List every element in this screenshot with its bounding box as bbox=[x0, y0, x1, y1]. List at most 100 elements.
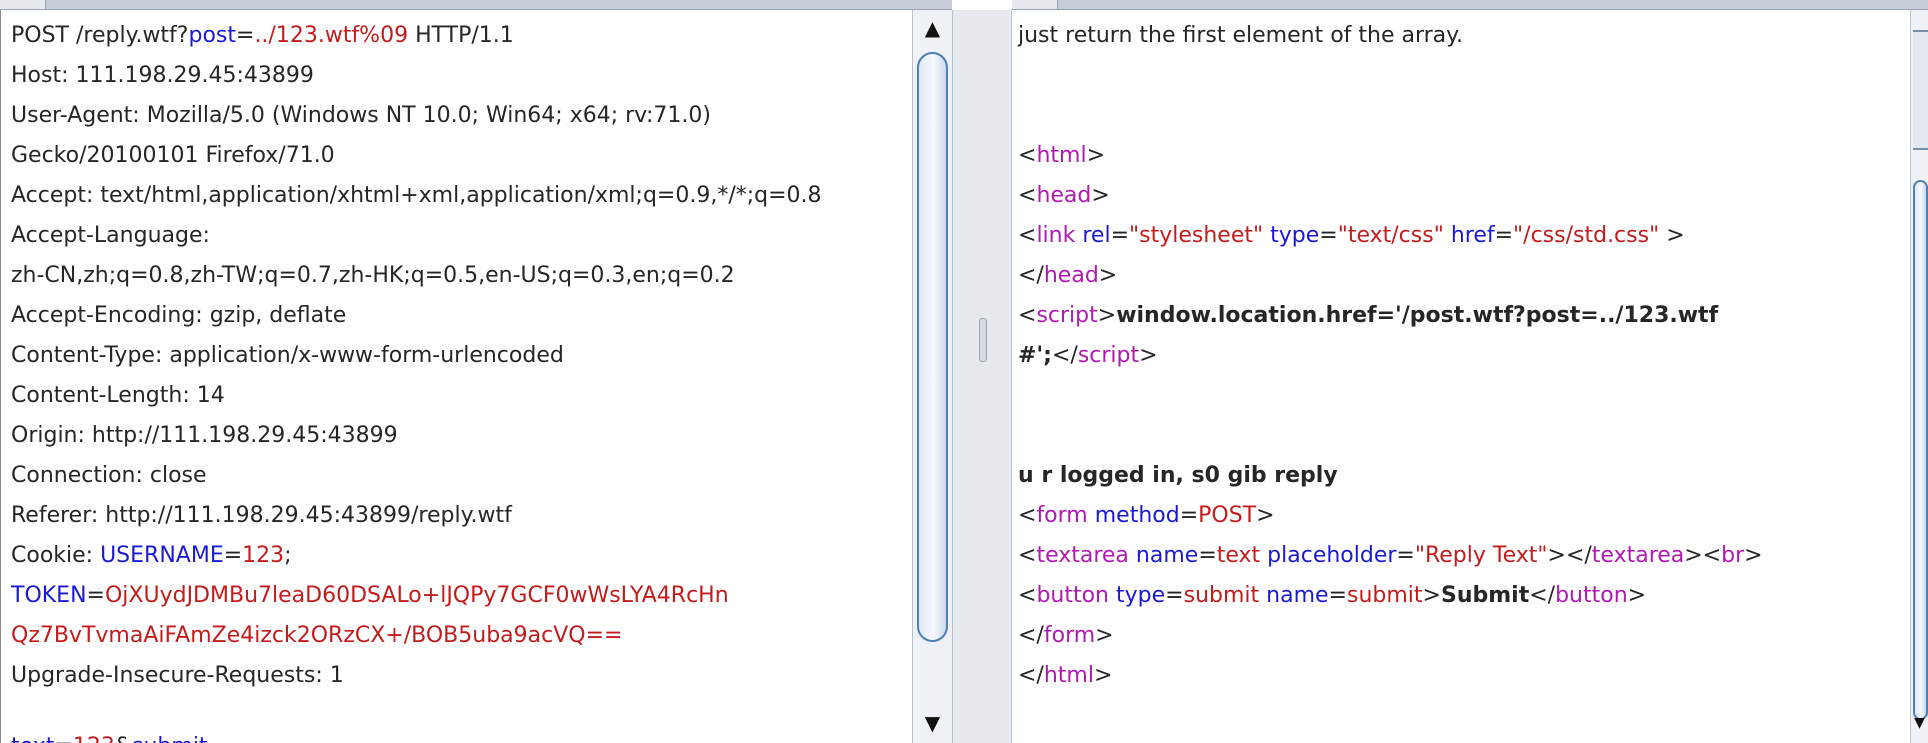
attr-name: name bbox=[1135, 543, 1199, 568]
tag-bracket: > bbox=[1139, 343, 1158, 368]
header-host: Host: 111.198.29.45:43899 bbox=[11, 63, 314, 88]
response-scrollbar[interactable]: ▼ bbox=[1910, 10, 1928, 743]
scroll-track-segment[interactable] bbox=[1913, 30, 1928, 150]
cookie-prefix: Cookie: bbox=[11, 543, 101, 568]
head-close-tag: </head> bbox=[1018, 256, 1910, 296]
request-editor[interactable]: POST /reply.wtf?post=../123.wtf%09 HTTP/… bbox=[0, 10, 912, 743]
response-viewer[interactable]: just return the first element of the arr… bbox=[1012, 10, 1910, 743]
response-tab-bar bbox=[1012, 0, 1928, 10]
attr-name: placeholder bbox=[1267, 543, 1397, 568]
attr-value: submit bbox=[1183, 583, 1260, 608]
tag-name: script bbox=[1077, 343, 1140, 368]
logged-in-text: u r logged in, s0 gib reply bbox=[1018, 463, 1338, 488]
response-tab[interactable] bbox=[1012, 0, 1058, 9]
attr-name: method bbox=[1094, 503, 1180, 528]
divider-grip-icon[interactable] bbox=[979, 318, 987, 362]
tag-bracket: </ bbox=[1018, 663, 1044, 688]
cookie-eq: = bbox=[86, 583, 105, 608]
query-param-eq: = bbox=[236, 23, 255, 48]
header-cookie: Cookie: USERNAME=123; bbox=[11, 536, 912, 576]
tag-name: html bbox=[1043, 663, 1094, 688]
header-user-agent: User-Agent: Mozilla/5.0 (Windows NT 10.0… bbox=[11, 103, 711, 128]
attr-value: "stylesheet" bbox=[1129, 223, 1264, 248]
tag-name: textarea bbox=[1591, 543, 1685, 568]
head-open-tag: <head> bbox=[1018, 176, 1910, 216]
tag-name: button bbox=[1036, 583, 1110, 608]
tag-bracket: > bbox=[1098, 263, 1118, 288]
body-param-eq: = bbox=[54, 734, 72, 743]
cookie-token-value: OjXUydJDMBu7leaD60DSALo+lJQPy7GCF0wWsLYA… bbox=[104, 583, 729, 608]
body-param-name-2: submit bbox=[132, 734, 208, 743]
header-content-type: Content-Type: application/x-www-form-url… bbox=[11, 343, 564, 368]
body-param-name: text bbox=[11, 734, 54, 743]
cookie-token-value-cont: Qz7BvTvmaAiFAmZe4izck2ORzCX+/BOB5uba9acV… bbox=[11, 623, 623, 648]
tag-name: form bbox=[1036, 503, 1088, 528]
header-referer: Referer: http://111.198.29.45:43899/repl… bbox=[11, 503, 512, 528]
attr-value: "text/css" bbox=[1337, 223, 1444, 248]
script-code: #'; bbox=[1018, 343, 1052, 368]
form-open-tag: <form method=POST> bbox=[1018, 496, 1910, 536]
tag-bracket: </ bbox=[1051, 343, 1078, 368]
request-body-partial: text=123&submit bbox=[11, 733, 208, 743]
tag-name: html bbox=[1036, 143, 1087, 168]
attr-value: "Reply Text" bbox=[1414, 543, 1548, 568]
header-cookie-token-cont: Qz7BvTvmaAiFAmZe4izck2ORzCX+/BOB5uba9acV… bbox=[11, 616, 912, 656]
tag-name: br bbox=[1721, 543, 1745, 568]
tag-name: form bbox=[1043, 623, 1096, 648]
body-param-amp: & bbox=[115, 734, 132, 743]
tag-bracket: < bbox=[1018, 543, 1037, 568]
header-connection: Connection: close bbox=[11, 463, 207, 488]
attr-name: href bbox=[1450, 223, 1495, 248]
header-accept-language-cont: zh-CN,zh;q=0.8,zh-TW;q=0.7,zh-HK;q=0.5,e… bbox=[11, 263, 735, 288]
header-accept-language: Accept-Language: bbox=[11, 223, 210, 248]
attr-eq: = bbox=[1179, 503, 1199, 528]
tag-bracket: < bbox=[1018, 303, 1037, 328]
request-method-path: POST /reply.wtf? bbox=[11, 23, 189, 48]
tag-bracket: </ bbox=[1018, 623, 1044, 648]
attr-value: text bbox=[1216, 543, 1261, 568]
form-close-tag: </form> bbox=[1018, 616, 1910, 656]
scroll-thumb[interactable] bbox=[917, 52, 948, 642]
query-param-value: ../123.wtf%09 bbox=[254, 23, 409, 48]
scroll-down-icon[interactable]: ▼ bbox=[913, 709, 952, 737]
attr-name: name bbox=[1266, 583, 1329, 608]
request-tab[interactable] bbox=[0, 0, 46, 9]
scroll-down-icon[interactable]: ▼ bbox=[1911, 709, 1928, 737]
tag-bracket: </ bbox=[1529, 583, 1556, 608]
attr-value: "/css/std.css" bbox=[1513, 223, 1660, 248]
tag-bracket: > bbox=[1086, 143, 1105, 168]
split-pane-divider[interactable] bbox=[952, 10, 1012, 743]
response-text: just return the first element of the arr… bbox=[1018, 23, 1464, 48]
header-origin: Origin: http://111.198.29.45:43899 bbox=[11, 423, 398, 448]
tag-bracket: < bbox=[1018, 503, 1037, 528]
request-tab-bar bbox=[0, 0, 952, 10]
button-tag: <button type=submit name=submit>Submit</… bbox=[1018, 583, 1647, 608]
tag-bracket: < bbox=[1018, 143, 1037, 168]
attr-value: POST bbox=[1198, 503, 1257, 528]
attr-name: type bbox=[1270, 223, 1320, 248]
tag-bracket: < bbox=[1018, 223, 1037, 248]
header-user-agent-cont: Gecko/20100101 Firefox/71.0 bbox=[11, 143, 335, 168]
html-close-tag: </html> bbox=[1018, 656, 1910, 696]
script-tag: <script>window.location.href='/post.wtf?… bbox=[1018, 296, 1910, 336]
body-param-value: 123 bbox=[73, 734, 115, 743]
header-accept-encoding: Accept-Encoding: gzip, deflate bbox=[11, 303, 347, 328]
cookie-separator: ; bbox=[284, 543, 292, 568]
request-scrollbar[interactable]: ▲ ▼ bbox=[912, 10, 952, 743]
scroll-up-icon[interactable]: ▲ bbox=[913, 14, 952, 42]
header-cookie-token: TOKEN=OjXUydJDMBu7leaD60DSALo+lJQPy7GCF0… bbox=[11, 576, 912, 616]
tag-bracket: > bbox=[1256, 503, 1275, 528]
tag-name: head bbox=[1036, 183, 1092, 208]
tag-bracket: < bbox=[1018, 183, 1037, 208]
tag-bracket: > bbox=[1627, 583, 1647, 608]
cookie-username-name: USERNAME bbox=[100, 543, 224, 568]
scroll-thumb[interactable] bbox=[1913, 180, 1928, 720]
textarea-tag: <textarea name=text placeholder="Reply T… bbox=[1018, 543, 1763, 568]
tag-name: link bbox=[1036, 223, 1076, 248]
tag-bracket: < bbox=[1018, 583, 1037, 608]
header-content-length: Content-Length: 14 bbox=[11, 383, 225, 408]
tag-bracket: > bbox=[1093, 663, 1113, 688]
